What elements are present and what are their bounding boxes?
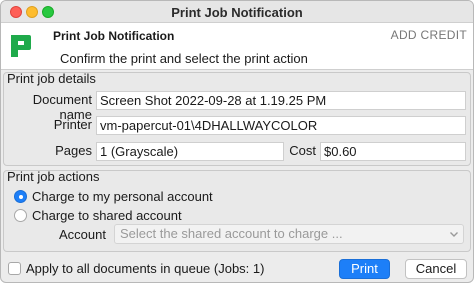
document-name-field: Screen Shot 2022-09-28 at 1.19.25 PM bbox=[96, 91, 466, 110]
account-label: Account bbox=[59, 227, 106, 242]
print-job-details-group: Print job details Document name Screen S… bbox=[3, 71, 471, 166]
chevron-down-icon bbox=[450, 232, 458, 237]
print-job-actions-legend: Print job actions bbox=[7, 169, 100, 184]
cost-field: $0.60 bbox=[320, 142, 466, 161]
shared-account-select[interactable]: Select the shared account to charge ... bbox=[114, 224, 464, 244]
header-panel: Print Job Notification Confirm the print… bbox=[1, 23, 473, 70]
print-job-details-legend: Print job details bbox=[7, 71, 96, 86]
pages-label: Pages bbox=[55, 143, 92, 158]
charge-personal-label[interactable]: Charge to my personal account bbox=[32, 189, 213, 204]
window-title: Print Job Notification bbox=[171, 5, 303, 20]
charge-shared-radio[interactable] bbox=[14, 209, 27, 222]
print-job-actions-group: Print job actions Charge to my personal … bbox=[3, 169, 471, 252]
apply-to-all-checkbox[interactable] bbox=[8, 262, 21, 275]
papercut-logo-icon bbox=[11, 35, 31, 57]
charge-shared-label[interactable]: Charge to shared account bbox=[32, 208, 182, 223]
header-subtitle: Confirm the print and select the print a… bbox=[60, 51, 308, 66]
cancel-button[interactable]: Cancel bbox=[405, 259, 467, 279]
title-bar: Print Job Notification bbox=[1, 1, 473, 23]
header-title: Print Job Notification bbox=[53, 29, 175, 43]
charge-personal-radio[interactable] bbox=[14, 190, 27, 203]
add-credit-link[interactable]: ADD CREDIT bbox=[391, 28, 467, 42]
apply-to-all-label[interactable]: Apply to all documents in queue (Jobs: 1… bbox=[26, 261, 264, 276]
print-button[interactable]: Print bbox=[339, 259, 390, 279]
shared-account-placeholder: Select the shared account to charge ... bbox=[120, 226, 343, 241]
printer-label: Printer bbox=[53, 117, 92, 132]
pages-field: 1 (Grayscale) bbox=[96, 142, 284, 161]
printer-field: vm-papercut-01\4DHALLWAYCOLOR bbox=[96, 116, 466, 135]
print-job-notification-window: Print Job Notification Print Job Notific… bbox=[0, 0, 474, 283]
cost-label: Cost bbox=[289, 143, 316, 158]
